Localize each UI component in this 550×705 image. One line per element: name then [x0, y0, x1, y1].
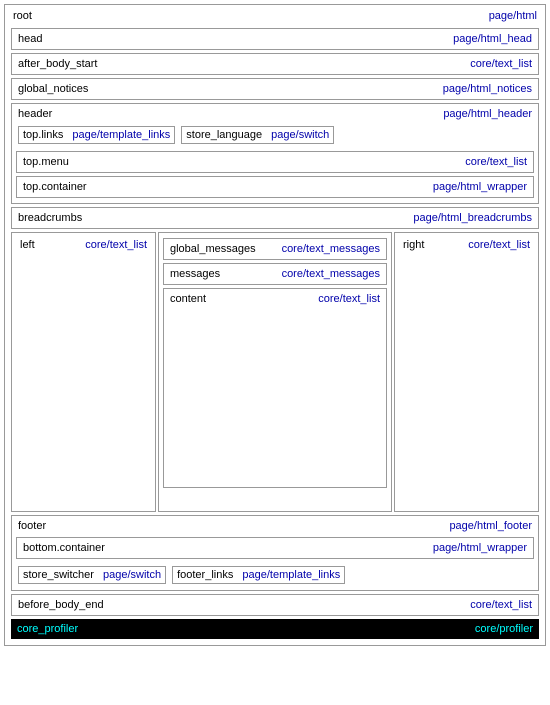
- before-body-end-row: before_body_end core/text_list: [14, 597, 536, 613]
- right-type: core/text_list: [468, 239, 530, 251]
- top-container-type: page/html_wrapper: [433, 181, 527, 193]
- after-body-start-block: after_body_start core/text_list: [11, 53, 539, 75]
- store-switcher-block: store_switcher page/switch: [18, 566, 166, 584]
- head-label: head: [18, 33, 42, 45]
- footer-links-type: page/template_links: [242, 569, 340, 581]
- bottom-container-type: page/html_wrapper: [433, 542, 527, 554]
- breadcrumbs-row: breadcrumbs page/html_breadcrumbs: [14, 210, 536, 226]
- header-row: header page/html_header: [14, 106, 536, 122]
- global-messages-block: global_messages core/text_messages: [163, 238, 387, 260]
- core-profiler-label: core_profiler: [17, 623, 78, 635]
- footer-row: footer page/html_footer: [14, 518, 536, 534]
- content-type: core/text_list: [318, 293, 380, 305]
- after-body-start-row: after_body_start core/text_list: [14, 56, 536, 72]
- root-type: page/html: [489, 10, 537, 22]
- global-messages-label: global_messages: [170, 243, 256, 255]
- head-type: page/html_head: [453, 33, 532, 45]
- core-profiler-block: core_profiler core/profiler: [11, 619, 539, 639]
- bottom-container-label: bottom.container: [23, 542, 105, 554]
- top-menu-label: top.menu: [23, 156, 69, 168]
- store-language-block: store_language page/switch: [181, 126, 334, 144]
- left-type: core/text_list: [85, 239, 147, 251]
- breadcrumbs-label: breadcrumbs: [18, 212, 82, 224]
- header-label: header: [18, 108, 52, 120]
- root-label: root: [13, 10, 32, 22]
- global-notices-type: page/html_notices: [443, 83, 532, 95]
- footer-links-label: footer_links: [177, 569, 233, 581]
- header-type: page/html_header: [443, 108, 532, 120]
- store-switcher-label: store_switcher: [23, 569, 94, 581]
- footer-block: footer page/html_footer bottom.container…: [11, 515, 539, 591]
- top-container-row: top.container page/html_wrapper: [19, 179, 531, 195]
- top-menu-type: core/text_list: [465, 156, 527, 168]
- store-language-label: store_language: [186, 129, 262, 141]
- core-profiler-type: core/profiler: [475, 623, 533, 635]
- right-column: right core/text_list: [394, 232, 539, 512]
- bottom-container-block: bottom.container page/html_wrapper: [16, 537, 534, 559]
- right-row: right core/text_list: [399, 237, 534, 253]
- store-language-type: page/switch: [271, 129, 329, 141]
- top-menu-row: top.menu core/text_list: [19, 154, 531, 170]
- bottom-container-row: bottom.container page/html_wrapper: [19, 540, 531, 556]
- left-label: left: [20, 239, 35, 251]
- store-switcher-type: page/switch: [103, 569, 161, 581]
- breadcrumbs-type: page/html_breadcrumbs: [413, 212, 532, 224]
- top-links-block: top.links page/template_links: [18, 126, 175, 144]
- breadcrumbs-block: breadcrumbs page/html_breadcrumbs: [11, 207, 539, 229]
- content-row: content core/text_list: [166, 291, 384, 307]
- global-notices-block: global_notices page/html_notices: [11, 78, 539, 100]
- before-body-end-label: before_body_end: [18, 599, 104, 611]
- messages-label: messages: [170, 268, 220, 280]
- messages-type: core/text_messages: [282, 268, 380, 280]
- root-row: root page/html: [9, 9, 541, 25]
- footer-links-block: footer_links page/template_links: [172, 566, 345, 584]
- head-row: head page/html_head: [14, 31, 536, 47]
- top-links-type: page/template_links: [72, 129, 170, 141]
- global-messages-type: core/text_messages: [282, 243, 380, 255]
- header-block: header page/html_header top.links page/t…: [11, 103, 539, 204]
- top-links-label: top.links: [23, 129, 63, 141]
- left-column: left core/text_list: [11, 232, 156, 512]
- global-messages-row: global_messages core/text_messages: [166, 241, 384, 257]
- global-notices-label: global_notices: [18, 83, 88, 95]
- messages-row: messages core/text_messages: [166, 266, 384, 282]
- before-body-end-type: core/text_list: [470, 599, 532, 611]
- three-col-layout: left core/text_list global_messages core…: [11, 232, 539, 512]
- content-block: content core/text_list: [163, 288, 387, 488]
- header-links-row: top.links page/template_links store_lang…: [14, 122, 536, 148]
- after-body-start-type: core/text_list: [470, 58, 532, 70]
- left-row: left core/text_list: [16, 237, 151, 253]
- right-label: right: [403, 239, 424, 251]
- global-notices-row: global_notices page/html_notices: [14, 81, 536, 97]
- after-body-start-label: after_body_start: [18, 58, 98, 70]
- top-menu-block: top.menu core/text_list: [16, 151, 534, 173]
- content-label: content: [170, 293, 206, 305]
- top-container-label: top.container: [23, 181, 87, 193]
- footer-type: page/html_footer: [449, 520, 532, 532]
- middle-column: global_messages core/text_messages messa…: [158, 232, 392, 512]
- head-block: head page/html_head: [11, 28, 539, 50]
- root-container: root page/html head page/html_head after…: [4, 4, 546, 646]
- top-container-block: top.container page/html_wrapper: [16, 176, 534, 198]
- footer-links-row: store_switcher page/switch footer_links …: [14, 562, 536, 588]
- footer-label: footer: [18, 520, 46, 532]
- messages-block: messages core/text_messages: [163, 263, 387, 285]
- before-body-end-block: before_body_end core/text_list: [11, 594, 539, 616]
